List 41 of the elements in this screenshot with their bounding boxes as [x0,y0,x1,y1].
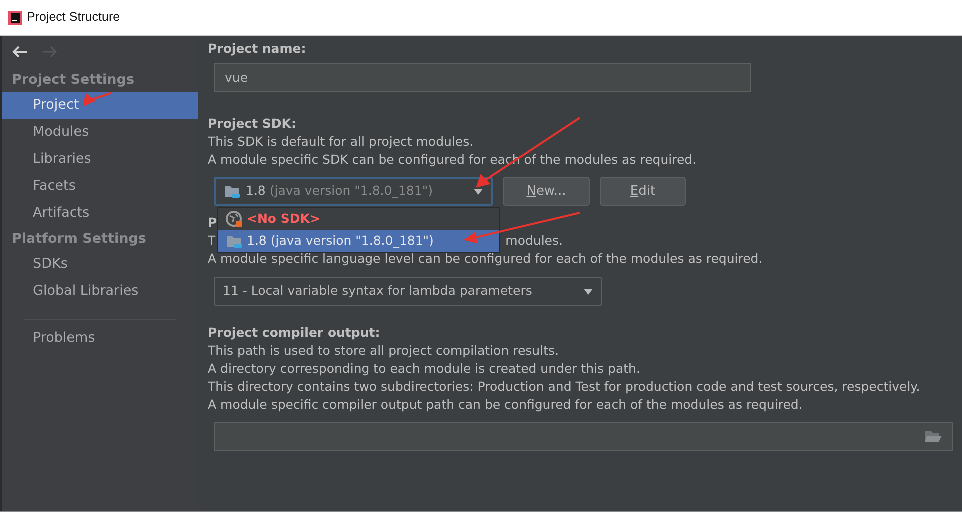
window-title: Project Structure [27,9,120,26]
folder-icon [224,184,241,199]
app-icon [8,10,22,24]
text-field[interactable]: vue [214,63,751,92]
path-field[interactable] [214,422,953,451]
sidebar-heading: Platform Settings [11,230,148,249]
caret-icon [474,188,483,194]
description-text: modules. [506,232,563,250]
description-text: This SDK is default for all project modules. [208,133,474,151]
folder-icon [226,234,243,248]
globe-icon [226,210,243,228]
sidebar-item[interactable]: Libraries [2,146,198,173]
dialog-button[interactable]: Edit [600,177,686,206]
sidebar-item[interactable]: Global Libraries [2,278,198,305]
sidebar-item[interactable]: Modules [2,119,198,146]
field-label: Project name: [208,40,306,58]
section-label: Project SDK: [208,115,296,133]
sidebar-item[interactable]: Project [2,92,198,119]
description-text: This directory contains two subdirectories: Production and Test for production code and test sources, respectively. [208,378,920,396]
sidebar-heading: Project Settings [11,71,136,90]
section-label: P [208,214,218,232]
description-text: A directory corresponding to each module is created under this path. [208,360,640,378]
sidebar-item[interactable]: SDKs [2,251,198,278]
section-label: Project compiler output: [208,324,380,342]
sidebar-item[interactable]: Facets [2,173,198,200]
language-level-dropdown[interactable]: 11 - Local variable syntax for lambda parameters [214,277,602,306]
dropdown-option[interactable]: 1.8 (java version "1.8.0_181") [218,230,499,252]
sidebar-item[interactable]: Problems [2,325,198,352]
back-icon[interactable] [12,46,28,58]
annotation-arrow [83,92,112,107]
caret-icon [584,288,593,294]
description-text: T [208,232,216,250]
sidebar-item[interactable]: Artifacts [2,200,198,227]
folder-icon[interactable] [924,430,942,443]
description-text: This path is used to store all project compilation results. [208,342,559,360]
dropdown-option[interactable]: <No SDK> [218,208,499,230]
description-text: A module specific language level can be configured for each of the modules as required. [208,250,763,268]
forward-icon[interactable] [42,46,58,58]
sdk-dropdown[interactable]: 1.8 (java version "1.8.0_181") [214,177,493,206]
dialog-button[interactable]: New... [503,177,590,206]
description-text: A module specific compiler output path can be configured for each of the modules as required. [208,396,803,414]
